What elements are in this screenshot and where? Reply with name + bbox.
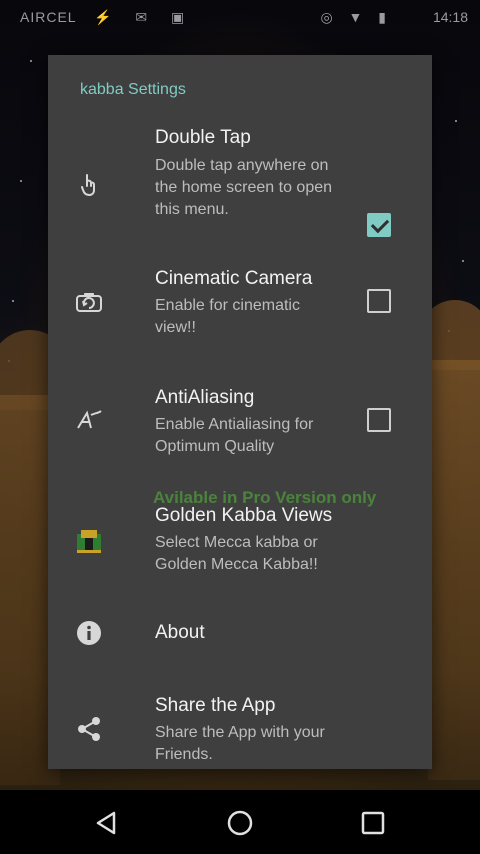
- dialog-title: kabba Settings: [80, 81, 186, 98]
- pref-antialiasing[interactable]: AntiAliasing Enable Antialiasing for Opt…: [48, 375, 432, 475]
- pref-title: About: [155, 622, 205, 643]
- pref-title: Share the App: [155, 695, 276, 716]
- navigation-bar: [0, 790, 480, 854]
- tap-hand-icon: [74, 170, 104, 200]
- settings-dialog: kabba Settings Double Tap Double tap any…: [48, 55, 432, 769]
- cinematic-camera-checkbox[interactable]: [367, 289, 391, 313]
- notification-icons: ⚡ ✉ ▣: [94, 9, 195, 25]
- pref-title: Double Tap: [155, 127, 251, 148]
- antialias-icon: [74, 405, 104, 435]
- system-status-icons: ◎ ▼ ▮: [320, 9, 392, 25]
- carrier-label: AIRCEL: [20, 9, 77, 25]
- kabba-icon: [74, 525, 104, 555]
- pref-summary: Select Mecca kabba or Golden Mecca Kabba…: [155, 534, 318, 573]
- pref-golden-kabba-views[interactable]: Golden Kabba Views Select Mecca kabba or…: [48, 495, 432, 595]
- camera-rotate-icon: [74, 287, 104, 317]
- pref-summary: Enable for cinematic view!!: [155, 297, 300, 336]
- pref-summary: Double tap anywhere on the home screen t…: [155, 157, 333, 218]
- recents-icon[interactable]: [358, 808, 388, 838]
- pref-double-tap[interactable]: Double Tap Double tap anywhere on the ho…: [48, 115, 432, 237]
- info-icon: [74, 618, 104, 648]
- home-icon[interactable]: [225, 808, 255, 838]
- pref-title: Golden Kabba Views: [155, 505, 333, 526]
- clock: 14:18: [432, 9, 468, 25]
- back-icon[interactable]: [92, 808, 122, 838]
- pref-summary: Enable Antialiasing for Optimum Quality: [155, 416, 314, 455]
- antialiasing-checkbox[interactable]: [367, 408, 391, 432]
- share-icon: [74, 714, 104, 744]
- pref-share-app[interactable]: Share the App Share the App with your Fr…: [48, 685, 432, 769]
- pref-about[interactable]: About: [48, 610, 432, 660]
- pref-title: Cinematic Camera: [155, 268, 313, 289]
- double-tap-checkbox[interactable]: [367, 213, 391, 237]
- status-bar: AIRCEL ⚡ ✉ ▣ ◎ ▼ ▮ 14:18: [0, 0, 480, 34]
- pref-title: AntiAliasing: [155, 387, 255, 408]
- pref-summary: Share the App with your Friends.: [155, 724, 325, 763]
- pref-cinematic-camera[interactable]: Cinematic Camera Enable for cinematic vi…: [48, 255, 432, 355]
